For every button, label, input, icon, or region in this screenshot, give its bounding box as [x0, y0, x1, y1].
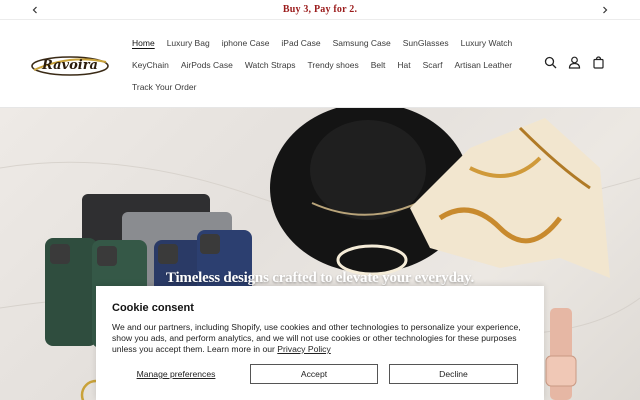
cookie-consent-dialog: Cookie consent We and our partners, incl… — [96, 286, 544, 400]
privacy-policy-link[interactable]: Privacy Policy — [277, 344, 330, 354]
nav-item-sunglasses[interactable]: SunGlasses — [397, 38, 455, 48]
store-logo[interactable]: Ravoira — [30, 48, 110, 82]
announcement-text[interactable]: Buy 3, Pay for 2. — [283, 4, 357, 15]
chevron-left-icon[interactable] — [28, 3, 42, 17]
decline-button[interactable]: Decline — [389, 364, 518, 384]
accept-button[interactable]: Accept — [250, 364, 378, 384]
svg-text:Ravoira: Ravoira — [41, 58, 98, 73]
nav-item-watch-straps[interactable]: Watch Straps — [239, 60, 302, 70]
nav-item-trendy-shoes[interactable]: Trendy shoes — [302, 60, 365, 70]
cart-icon[interactable] — [590, 54, 606, 70]
announcement-bar: Buy 3, Pay for 2. — [0, 0, 640, 20]
nav-row: Home Luxury Bag iphone Case iPad Case Samsun… — [126, 32, 526, 54]
cookie-title: Cookie consent — [112, 302, 194, 314]
nav-item-scarf[interactable]: Scarf — [417, 60, 449, 70]
nav-item-luxury-bag[interactable]: Luxury Bag — [161, 38, 216, 48]
account-icon[interactable] — [566, 54, 582, 70]
manage-preferences-link[interactable]: Manage preferences — [112, 369, 240, 379]
hero-heading: Timeless designs crafted to elevate your… — [165, 270, 475, 286]
chevron-right-icon[interactable] — [598, 3, 612, 17]
nav-item-luxury-watch[interactable]: Luxury Watch — [455, 38, 519, 48]
main-navigation: Home Luxury Bag iphone Case iPad Case Samsun… — [126, 32, 526, 98]
nav-item-track-your-order[interactable]: Track Your Order — [126, 82, 202, 92]
search-icon[interactable] — [542, 54, 558, 70]
nav-item-keychain[interactable]: KeyChain — [126, 60, 175, 70]
logo-graphic: Ravoira — [31, 56, 109, 76]
nav-item-airpods-case[interactable]: AirPods Case — [175, 60, 239, 70]
nav-item-belt[interactable]: Belt — [365, 60, 392, 70]
nav-item-hat[interactable]: Hat — [391, 60, 416, 70]
nav-item-iphone-case[interactable]: iphone Case — [216, 38, 276, 48]
nav-item-samsung-case[interactable]: Samsung Case — [327, 38, 397, 48]
cookie-text: We and our partners, including Shopify, … — [112, 322, 528, 355]
header-actions — [542, 54, 606, 70]
nav-item-home[interactable]: Home — [126, 38, 161, 48]
site-header: Ravoira Home Luxury Bag iphone Case iPad Ca… — [0, 20, 640, 108]
nav-item-artisan-leather[interactable]: Artisan Leather — [448, 60, 518, 70]
nav-row: KeyChain AirPods Case Watch Straps Trendy s… — [126, 54, 526, 76]
cookie-actions: Manage preferences Accept Decline — [112, 364, 528, 384]
nav-item-ipad-case[interactable]: iPad Case — [275, 38, 326, 48]
nav-row: Track Your Order — [126, 76, 526, 98]
